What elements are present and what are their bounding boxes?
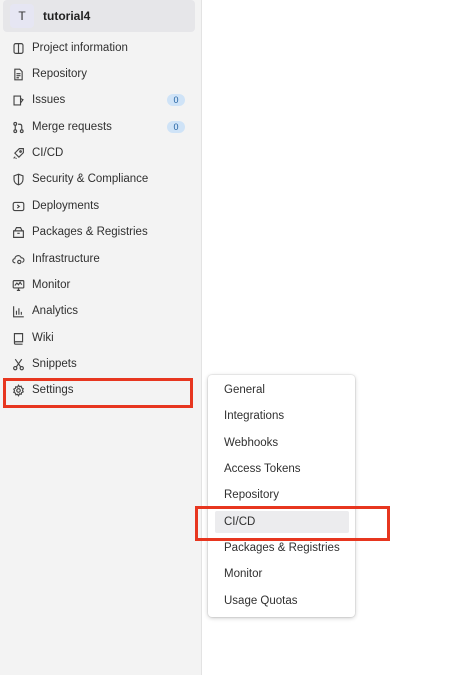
sidebar-item-label: Infrastructure [32,253,100,265]
merge-request-icon [11,120,25,134]
sidebar-item-merge-requests[interactable]: Merge requests 0 [0,114,195,140]
sidebar-item-label: Deployments [32,200,100,212]
sidebar-item-label: Analytics [32,305,79,317]
scissors-icon [11,357,25,371]
file-icon [11,67,25,81]
sidebar-item-label: Wiki [32,332,54,344]
sidebar-item-monitor[interactable]: Monitor [0,272,195,298]
sidebar-item-label: Issues [32,94,66,106]
package-icon [11,225,25,239]
flyout-item-monitor[interactable]: Monitor [215,563,349,585]
sidebar-item-deployments[interactable]: Deployments [0,193,195,219]
project-info-icon [11,41,25,55]
project-header[interactable]: T tutorial4 [3,0,195,32]
flyout-item-ci-cd[interactable]: CI/CD [215,511,349,533]
flyout-item-general[interactable]: General [215,379,349,401]
monitor-icon [11,278,25,292]
sidebar-item-settings[interactable]: Settings [0,377,195,403]
issues-icon [11,93,25,107]
flyout-item-usage-quotas[interactable]: Usage Quotas [215,590,349,612]
sidebar-item-label: Project information [32,42,128,54]
flyout-item-repository[interactable]: Repository [215,484,349,506]
sidebar-item-analytics[interactable]: Analytics [0,298,195,324]
shield-icon [11,172,25,186]
flyout-item-packages-registries[interactable]: Packages & Registries [215,537,349,559]
project-avatar: T [10,4,34,28]
sidebar-item-project-information[interactable]: Project information [0,35,195,61]
sidebar-item-label: Settings [32,384,74,396]
sidebar-item-snippets[interactable]: Snippets [0,351,195,377]
sidebar-item-label: Repository [32,68,87,80]
sidebar-item-security-compliance[interactable]: Security & Compliance [0,166,195,192]
sidebar-item-label: CI/CD [32,147,64,159]
project-sidebar: T tutorial4 Project information Reposito… [0,0,202,675]
sidebar-item-infrastructure[interactable]: Infrastructure [0,246,195,272]
sidebar-item-wiki[interactable]: Wiki [0,325,195,351]
flyout-item-webhooks[interactable]: Webhooks [215,432,349,454]
sidebar-item-label: Monitor [32,279,71,291]
cloud-gear-icon [11,252,25,266]
rocket-icon [11,146,25,160]
sidebar-item-issues[interactable]: Issues 0 [0,87,195,113]
sidebar-item-repository[interactable]: Repository [0,61,195,87]
sidebar-item-label: Packages & Registries [32,226,148,238]
issues-count-badge: 0 [167,94,185,106]
deployments-icon [11,199,25,213]
project-name: tutorial4 [43,9,91,23]
flyout-item-integrations[interactable]: Integrations [215,405,349,427]
sidebar-item-label: Merge requests [32,121,112,133]
sidebar-item-ci-cd[interactable]: CI/CD [0,140,195,166]
book-icon [11,331,25,345]
chart-icon [11,304,25,318]
flyout-item-access-tokens[interactable]: Access Tokens [215,458,349,480]
sidebar-item-packages-registries[interactable]: Packages & Registries [0,219,195,245]
settings-flyout-menu: General Integrations Webhooks Access Tok… [208,375,355,617]
sidebar-item-label: Snippets [32,358,77,370]
merge-requests-count-badge: 0 [167,121,185,133]
sidebar-item-label: Security & Compliance [32,173,149,185]
gear-icon [11,383,25,397]
